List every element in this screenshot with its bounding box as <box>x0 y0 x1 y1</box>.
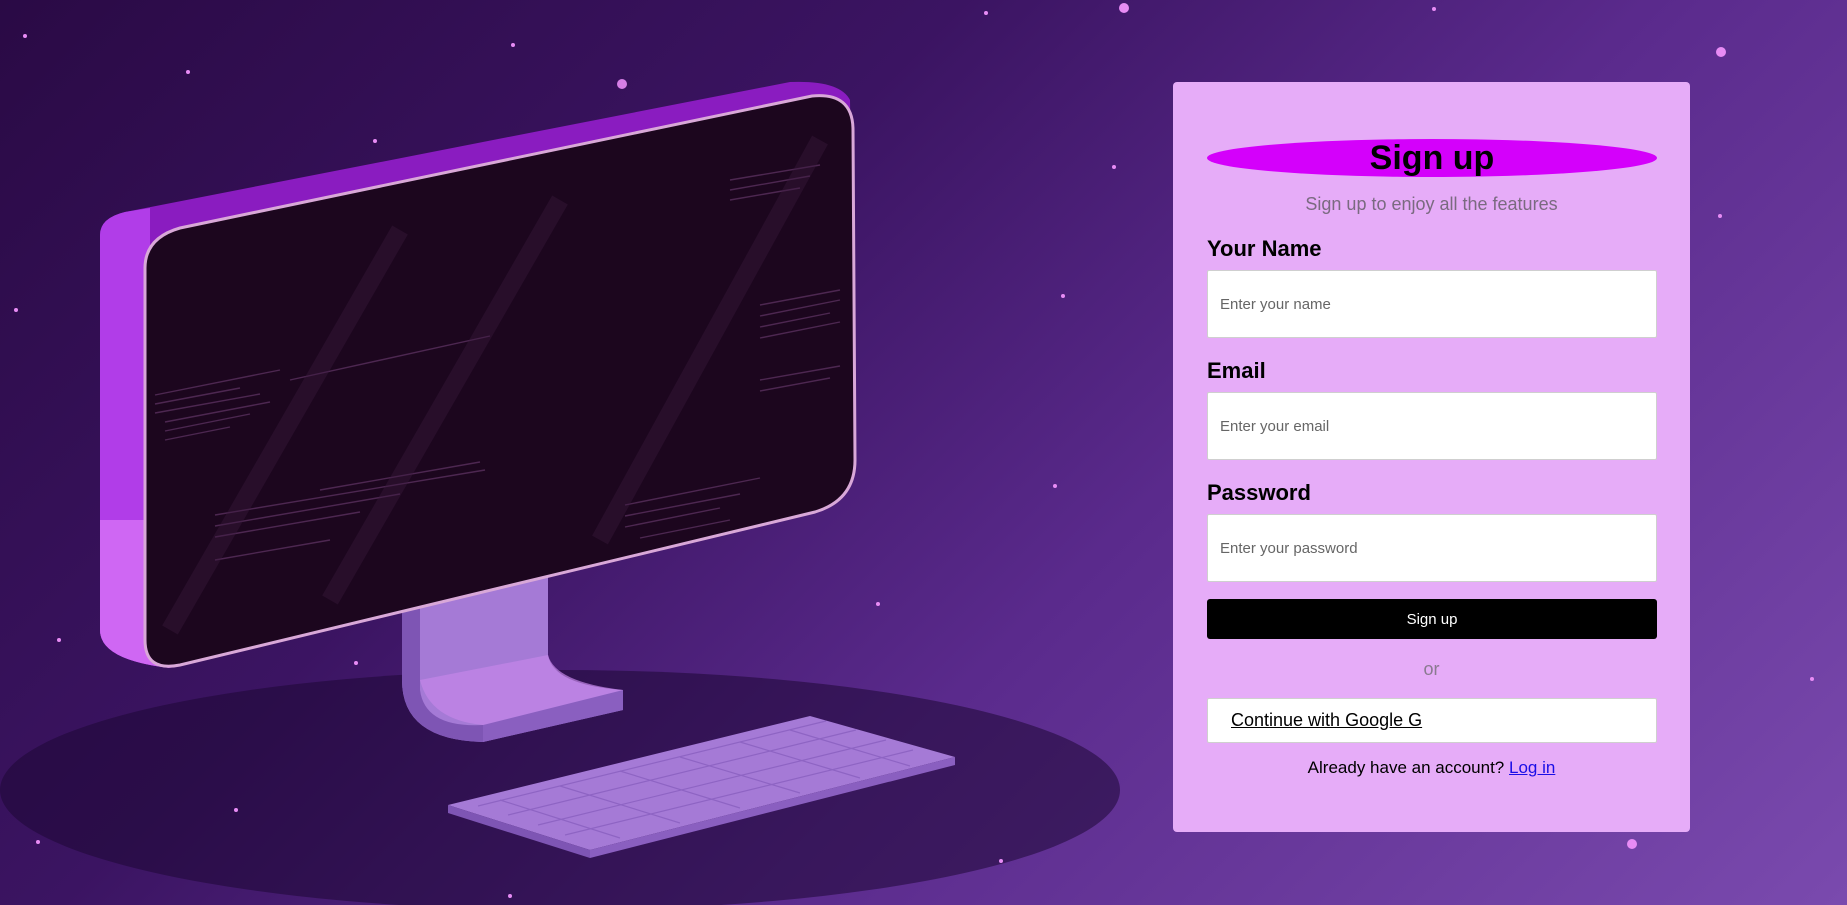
name-input[interactable] <box>1207 270 1657 338</box>
google-signin-label: Continue with Google G <box>1231 710 1423 730</box>
password-label: Password <box>1207 480 1311 505</box>
or-divider: or <box>1423 659 1440 679</box>
signup-card: Sign up Sign up to enjoy all the feature… <box>1173 82 1690 832</box>
signup-button[interactable]: Sign up <box>1207 599 1657 639</box>
password-input[interactable] <box>1207 514 1657 582</box>
subtitle: Sign up to enjoy all the features <box>1305 194 1558 214</box>
email-input[interactable] <box>1207 392 1657 460</box>
google-signin-button[interactable]: Continue with Google G <box>1207 698 1657 743</box>
login-prompt-text: Already have an account? <box>1307 758 1505 777</box>
email-label: Email <box>1207 358 1266 383</box>
title-pill: Sign up <box>1207 139 1657 177</box>
monitor-screen <box>143 94 857 668</box>
name-label: Your Name <box>1207 236 1322 261</box>
page-title: Sign up <box>1369 138 1495 177</box>
login-prompt-row: Already have an account? Log in <box>1207 758 1656 778</box>
login-link[interactable]: Log in <box>1509 758 1555 777</box>
